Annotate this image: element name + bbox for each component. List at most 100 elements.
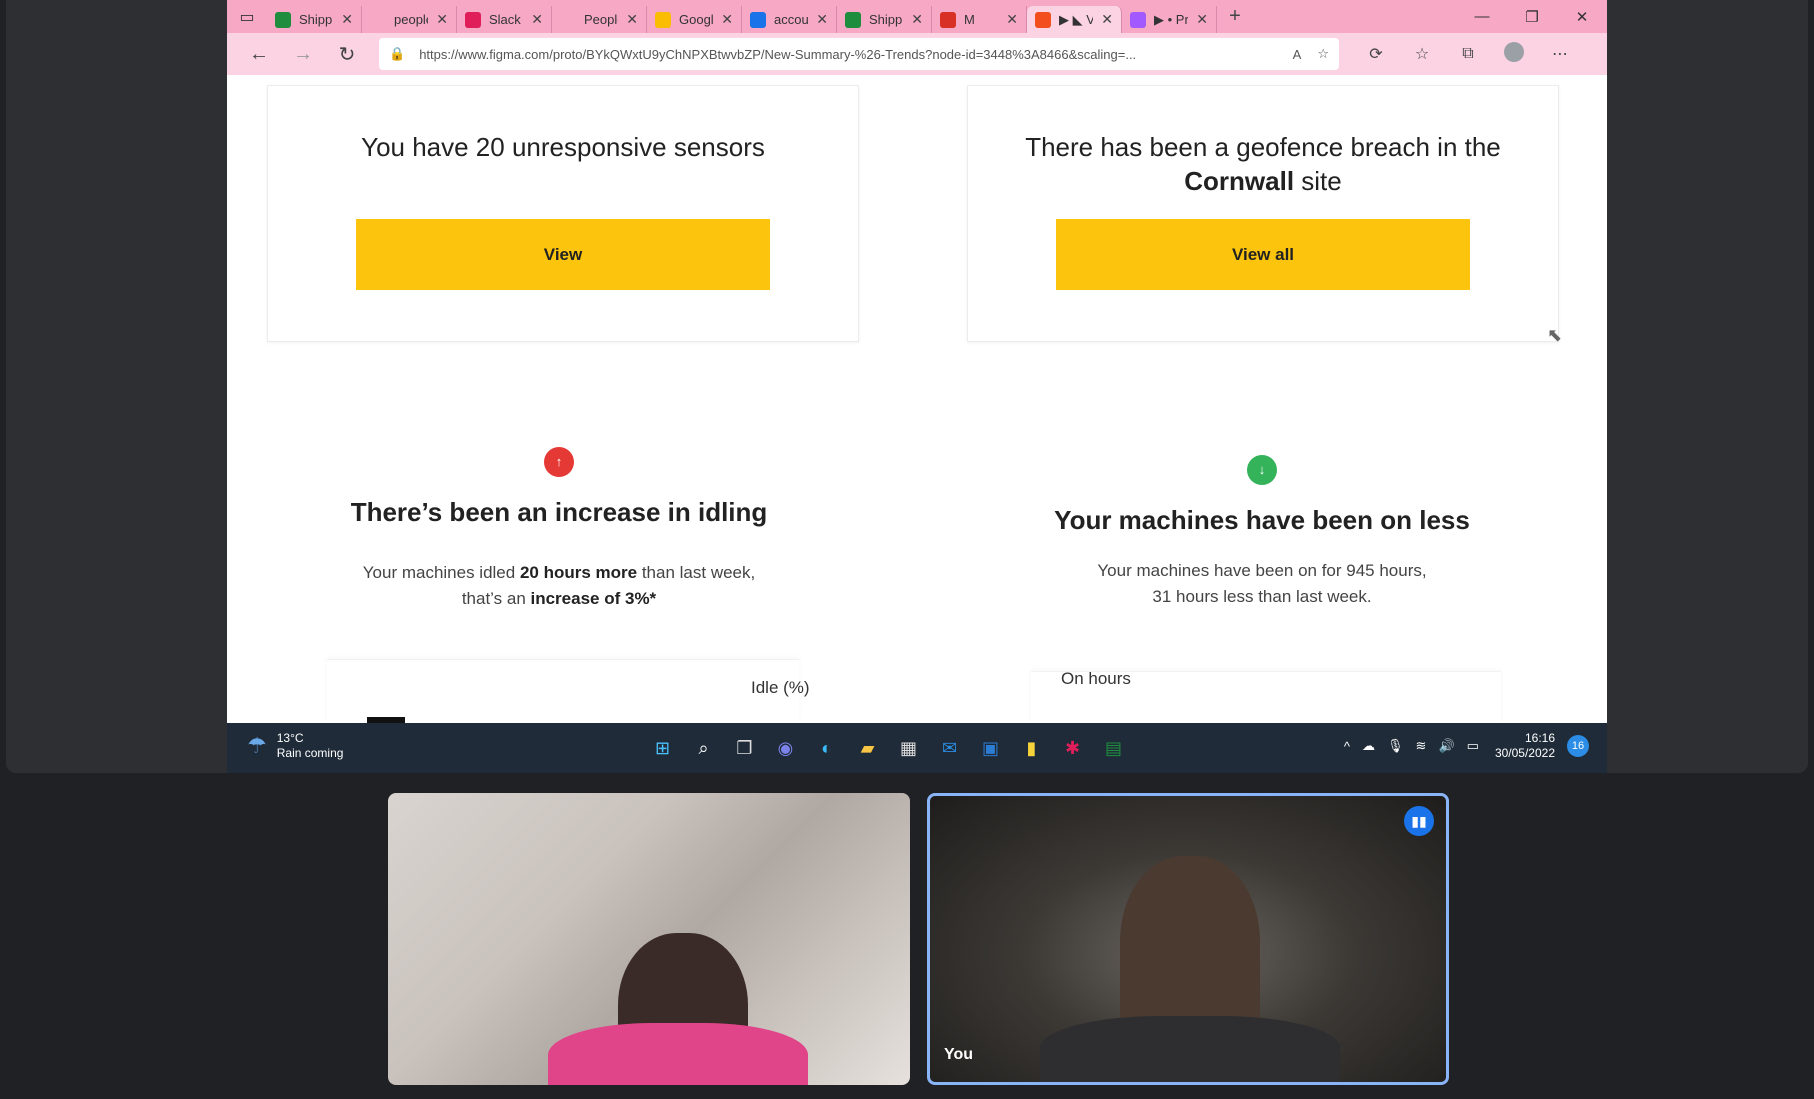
speaking-indicator-icon: ▮▮ bbox=[1404, 806, 1434, 836]
tab-close-icon[interactable]: ✕ bbox=[1196, 11, 1208, 28]
figma-prototype-page: You have 20 unresponsive sensors View Th… bbox=[227, 75, 1607, 723]
clock[interactable]: 16:16 30/05/2022 bbox=[1495, 731, 1555, 761]
view-button[interactable]: View bbox=[356, 219, 770, 290]
geofence-suffix: site bbox=[1294, 166, 1342, 196]
arrow-up-icon: ↑ bbox=[544, 447, 574, 477]
forward-icon[interactable]: → bbox=[281, 43, 325, 66]
tab-label: accour bbox=[774, 12, 809, 27]
idle-chart-label: Idle (%) bbox=[751, 678, 810, 697]
browser-tab[interactable]: ▶ ◣ V ✕ bbox=[1027, 6, 1122, 33]
tab-label: Slack | bbox=[489, 12, 523, 27]
search-icon[interactable]: ⌕ bbox=[683, 733, 724, 763]
idling-text: Your machines idled bbox=[362, 563, 520, 582]
outlook-icon[interactable]: ▣ bbox=[970, 733, 1011, 763]
on-hours-description: Your machines have been on for 945 hours… bbox=[982, 558, 1542, 610]
notification-badge[interactable]: 16 bbox=[1567, 735, 1589, 757]
tab-label: Shippi bbox=[869, 12, 904, 27]
site-name: Cornwall bbox=[1184, 166, 1295, 196]
new-tab-button[interactable]: + bbox=[1217, 5, 1253, 28]
browser-tab[interactable]: Shippi ✕ bbox=[267, 6, 362, 33]
browser-tab[interactable]: People ✕ bbox=[552, 6, 647, 33]
refresh-icon[interactable]: ↻ bbox=[325, 42, 369, 67]
self-video-tile[interactable]: ▮▮ You bbox=[927, 793, 1449, 1085]
idling-stat: ↑ There’s been an increase in idling You… bbox=[279, 447, 839, 612]
tab-close-icon[interactable]: ✕ bbox=[1006, 11, 1018, 28]
browser-tab[interactable]: people ✕ bbox=[362, 6, 457, 33]
browser-tab[interactable]: accour ✕ bbox=[742, 6, 837, 33]
tab-label: Shippi bbox=[299, 12, 334, 27]
address-bar[interactable]: 🔒 https://www.figma.com/proto/BYkQWxtU9y… bbox=[379, 38, 1339, 70]
mouse-cursor-icon: ⬉ bbox=[1547, 325, 1563, 345]
idling-heading: There’s been an increase in idling bbox=[350, 497, 768, 527]
tab-label: ▶ • Pr bbox=[1154, 11, 1189, 27]
tab-favicon-icon bbox=[370, 11, 386, 28]
tab-close-icon[interactable]: ✕ bbox=[721, 11, 733, 28]
participant-video-tile[interactable] bbox=[388, 793, 910, 1085]
collections-icon[interactable]: ⧉ bbox=[1445, 45, 1491, 63]
chevron-up-icon[interactable]: ^ bbox=[1344, 739, 1350, 754]
browser-tab[interactable]: Googl ✕ bbox=[647, 6, 742, 33]
favorites-icon[interactable]: ☆ bbox=[1399, 44, 1445, 64]
microphone-icon[interactable]: 🎙 bbox=[1387, 738, 1404, 754]
tab-label: People bbox=[584, 12, 618, 27]
tab-close-icon[interactable]: ✕ bbox=[1101, 11, 1113, 28]
tab-favicon-icon bbox=[1035, 11, 1051, 28]
weather-widget[interactable]: ☂ 13°C Rain coming bbox=[247, 731, 343, 761]
tab-favicon-icon bbox=[845, 11, 861, 28]
browser-tab[interactable]: Slack | ✕ bbox=[457, 6, 552, 33]
extensions-icon[interactable]: ⟳ bbox=[1353, 44, 1399, 64]
battery-icon[interactable]: ▭ bbox=[1467, 738, 1479, 754]
close-window-icon[interactable]: ✕ bbox=[1557, 8, 1607, 26]
tab-close-icon[interactable]: ✕ bbox=[341, 11, 353, 28]
task-view-icon[interactable]: ❐ bbox=[724, 733, 765, 763]
participant-clothing bbox=[548, 1023, 808, 1085]
tab-favicon-icon bbox=[940, 11, 956, 28]
tab-actions-icon[interactable]: ▭ bbox=[227, 0, 267, 33]
restore-icon[interactable]: ❐ bbox=[1507, 8, 1557, 26]
self-name-label: You bbox=[944, 1046, 974, 1063]
idle-chart-card bbox=[327, 659, 799, 723]
volume-icon[interactable]: 🔊 bbox=[1438, 738, 1454, 754]
start-icon[interactable]: ⊞ bbox=[642, 733, 683, 763]
favorite-icon[interactable]: ☆ bbox=[1317, 46, 1329, 62]
tab-close-icon[interactable]: ✕ bbox=[816, 11, 828, 28]
teams-chat-icon[interactable]: ◉ bbox=[765, 733, 806, 763]
idling-hours: 20 hours more bbox=[519, 563, 638, 582]
geofence-title: There has been a geofence breach in the … bbox=[968, 130, 1558, 198]
time: 16:16 bbox=[1524, 731, 1555, 745]
sticky-notes-icon[interactable]: ▮ bbox=[1011, 733, 1052, 763]
date: 30/05/2022 bbox=[1494, 746, 1555, 760]
mail-icon[interactable]: ✉ bbox=[929, 733, 970, 763]
navigation-bar: ← → ↻ 🔒 https://www.figma.com/proto/BYkQ… bbox=[227, 33, 1607, 75]
tab-close-icon[interactable]: ✕ bbox=[436, 11, 448, 28]
more-icon[interactable]: ⋯ bbox=[1537, 44, 1583, 64]
view-all-button[interactable]: View all bbox=[1056, 219, 1470, 290]
unresponsive-sensors-card: You have 20 unresponsive sensors View bbox=[267, 85, 859, 342]
excel-icon[interactable]: ▤ bbox=[1093, 733, 1134, 763]
edge-icon[interactable]: ◐ bbox=[806, 733, 847, 763]
browser-tab[interactable]: M ✕ bbox=[932, 6, 1027, 33]
browser-tab[interactable]: ▶ • Pr ✕ bbox=[1122, 6, 1217, 33]
tab-close-icon[interactable]: ✕ bbox=[911, 11, 923, 28]
file-explorer-icon[interactable]: ▰ bbox=[847, 733, 888, 763]
tab-close-icon[interactable]: ✕ bbox=[531, 11, 543, 28]
browser-tab[interactable]: Shippi ✕ bbox=[837, 6, 932, 33]
tab-close-icon[interactable]: ✕ bbox=[626, 11, 638, 28]
geofence-text: There has been a geofence breach in the bbox=[1025, 132, 1501, 162]
slack-icon[interactable]: ✱ bbox=[1052, 733, 1093, 763]
on-hours-chart-label: On hours bbox=[1061, 669, 1131, 688]
wifi-icon[interactable]: ≋ bbox=[1416, 738, 1427, 754]
on-hours-stat: ↓ Your machines have been on less Your m… bbox=[982, 455, 1542, 610]
minimize-icon[interactable]: — bbox=[1457, 8, 1507, 26]
idling-text-2: than last week, bbox=[637, 563, 756, 582]
tab-label: Googl bbox=[679, 12, 714, 27]
tab-label: ▶ ◣ V bbox=[1059, 11, 1094, 27]
read-aloud-icon[interactable]: A bbox=[1293, 47, 1302, 62]
tab-favicon-icon bbox=[560, 11, 576, 28]
back-icon[interactable]: ← bbox=[237, 43, 281, 66]
tab-favicon-icon bbox=[275, 11, 291, 28]
onedrive-icon[interactable]: ☁ bbox=[1362, 738, 1375, 754]
profile-icon[interactable] bbox=[1491, 41, 1537, 67]
store-icon[interactable]: ▦ bbox=[888, 733, 929, 763]
url-text: https://www.figma.com/proto/BYkQWxtU9yCh… bbox=[419, 46, 1137, 62]
